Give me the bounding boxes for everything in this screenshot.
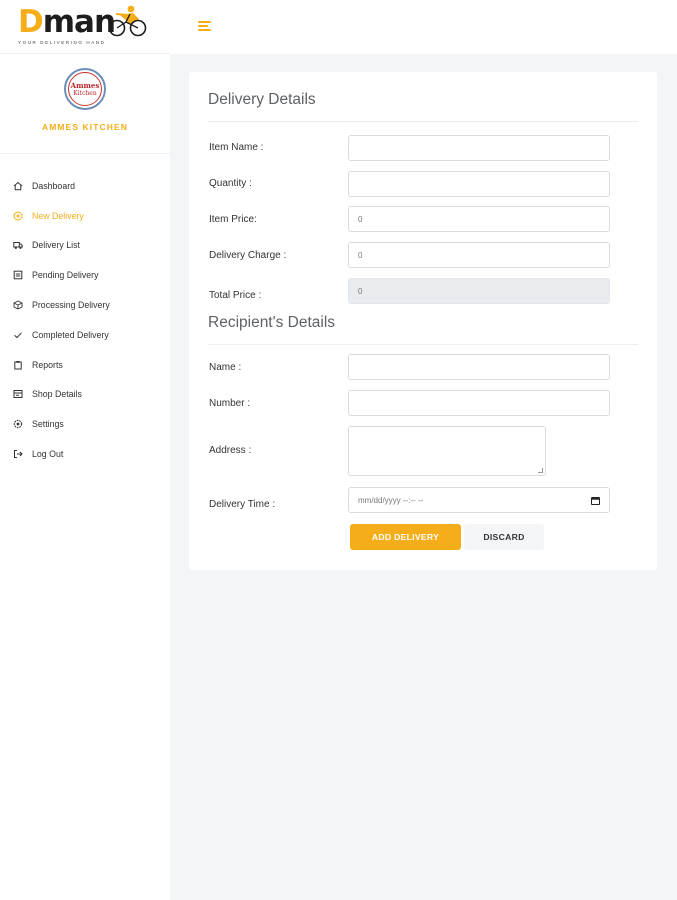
sidebar-item-processing-delivery[interactable]: Processing Delivery [0,290,170,320]
sidebar-item-label: Shop Details [32,389,82,400]
sidebar-item-label: Completed Delivery [32,329,109,340]
box-icon [13,300,23,310]
recipient-name-input[interactable] [348,354,610,380]
number-label: Number : [209,398,251,409]
recipient-number-input[interactable] [348,390,610,416]
truck-icon [13,240,23,250]
logout-icon [13,449,23,459]
sidebar-item-label: Pending Delivery [32,270,99,281]
sidebar-item-settings[interactable]: Settings [0,409,170,439]
sidebar-item-label: Delivery List [32,240,80,251]
shop-profile: Ammes Kitchen AMMES KITCHEN [0,54,170,154]
delivery-charge-input[interactable] [348,242,610,268]
name-label: Name : [209,362,242,373]
calendar-icon[interactable] [591,496,600,505]
logo-rest: man [42,4,116,41]
sidebar-item-shop-details[interactable]: Shop Details [0,380,170,410]
divider [208,344,638,345]
sidebar-item-label: Settings [32,419,64,430]
cyclist-icon [108,5,147,37]
item-name-input[interactable] [348,135,610,161]
sidebar-item-label: Processing Delivery [32,300,110,311]
sidebar-item-label: Dashboard [32,180,76,191]
brand-logo[interactable]: Dman YOUR DELIVERING HAND [18,4,116,46]
shop-logo-line2: Kitchen [73,90,97,97]
logo-letter-d: D [18,4,44,41]
home-icon [13,181,23,191]
logo-text: Dman [18,4,116,41]
sidebar-nav: Dashboard New Delivery Delivery List Pen… [0,154,170,469]
check-icon [13,330,23,340]
shop-logo: Ammes Kitchen [64,68,106,110]
sidebar-item-completed-delivery[interactable]: Completed Delivery [0,320,170,350]
item-name-label: Item Name : [209,142,264,153]
sidebar-item-reports[interactable]: Reports [0,350,170,380]
sidebar-item-pending-delivery[interactable]: Pending Delivery [0,260,170,290]
clipboard-icon [13,360,23,370]
sidebar-item-new-delivery[interactable]: New Delivery [0,201,170,231]
address-textarea[interactable] [348,426,546,476]
total-price-input [348,278,610,304]
resize-handle-icon[interactable] [538,468,543,473]
quantity-input[interactable] [348,171,610,197]
delivery-charge-label: Delivery Charge : [209,250,287,261]
sidebar-item-log-out[interactable]: Log Out [0,439,170,469]
new-delivery-card: Delivery Details Item Name : Quantity : … [189,72,657,570]
menu-toggle-icon[interactable] [198,21,211,32]
list-box-icon [13,270,23,280]
recipient-details-title: Recipient's Details [208,314,336,331]
address-label: Address : [209,445,252,456]
quantity-label: Quantity : [209,178,252,189]
discard-button[interactable]: DISCARD [464,524,544,550]
sidebar-item-label: Reports [32,359,63,370]
top-bar [170,0,677,54]
add-delivery-button[interactable]: ADD DELIVERY [350,524,461,550]
brand-header: Dman YOUR DELIVERING HAND [0,0,170,54]
item-price-label: Item Price: [209,214,257,225]
sidebar: Dman YOUR DELIVERING HAND Ammes Kitchen … [0,0,170,900]
logo-tagline: YOUR DELIVERING HAND [18,40,106,46]
divider [208,121,638,122]
delivery-time-input[interactable]: mm/dd/yyyy --:-- -- [348,487,610,513]
delivery-time-placeholder: mm/dd/yyyy --:-- -- [358,495,424,505]
card-icon [13,389,23,399]
sidebar-item-delivery-list[interactable]: Delivery List [0,231,170,261]
gear-icon [13,419,23,429]
delivery-details-title: Delivery Details [208,91,316,108]
sidebar-item-label: Log Out [32,449,64,460]
item-price-input[interactable] [348,206,610,232]
delivery-time-label: Delivery Time : [209,499,276,510]
shop-logo-line1: Ammes [70,81,100,90]
total-price-label: Total Price : [209,290,262,301]
shop-name: AMMES KITCHEN [41,122,129,132]
plus-circle-icon [13,211,23,221]
sidebar-item-dashboard[interactable]: Dashboard [0,171,170,201]
sidebar-item-label: New Delivery [32,210,84,221]
